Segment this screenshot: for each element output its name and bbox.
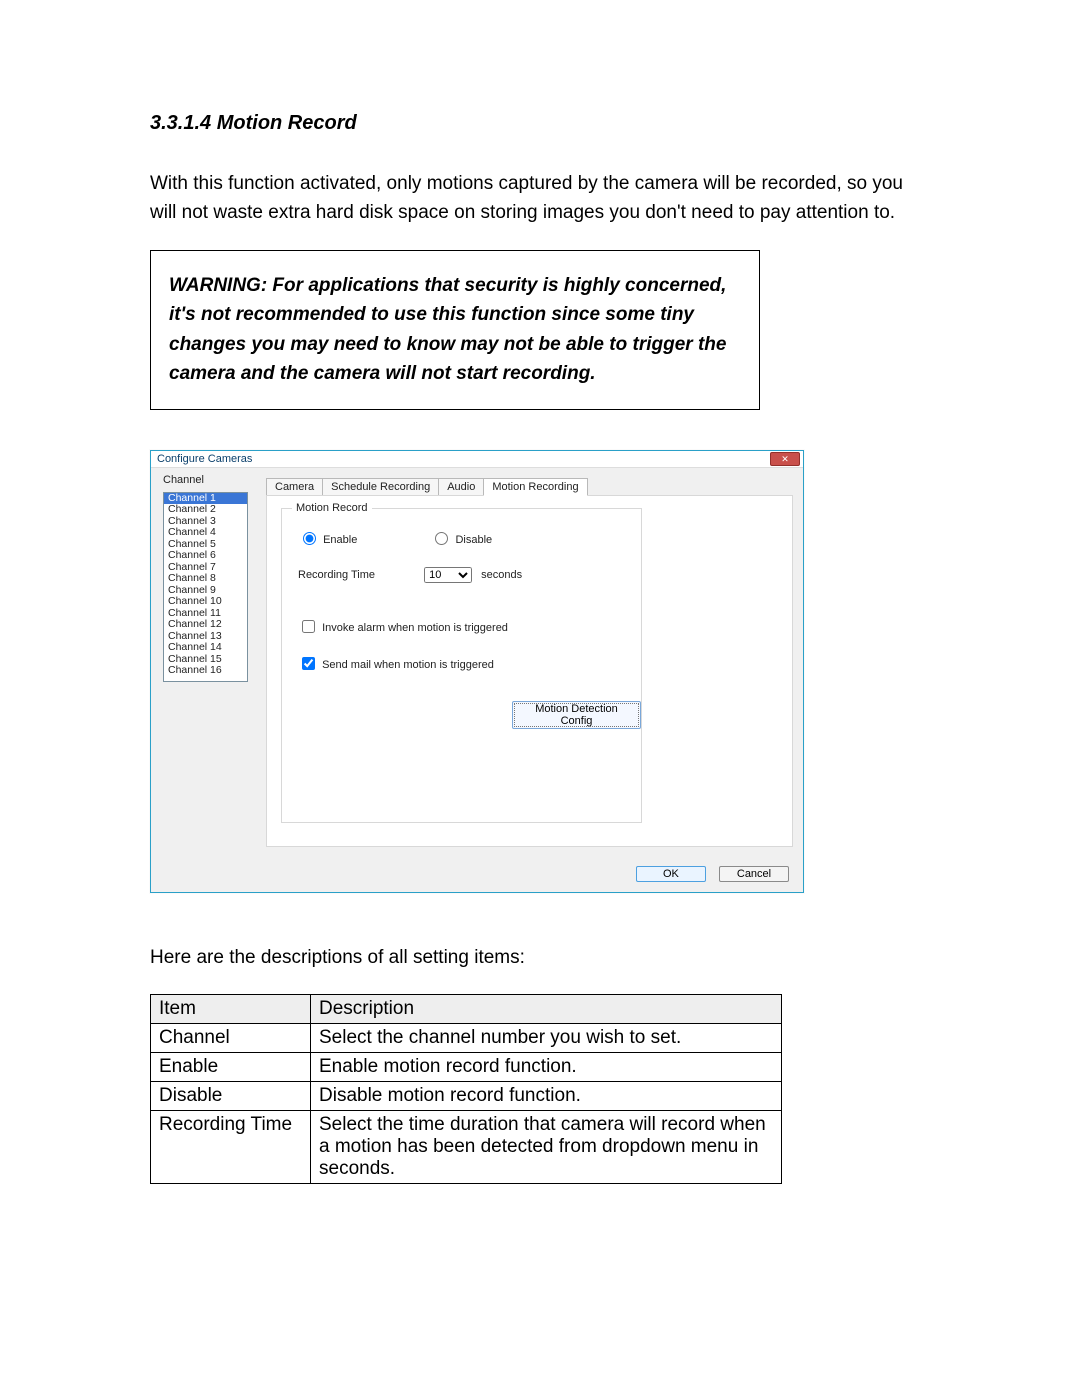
recording-time-select[interactable]: 10 bbox=[424, 567, 472, 583]
channel-item[interactable]: Channel 10 bbox=[164, 596, 247, 608]
table-header-item: Item bbox=[151, 995, 311, 1024]
disable-radio-label: Disable bbox=[455, 534, 492, 546]
tab-motion-recording[interactable]: Motion Recording bbox=[483, 478, 587, 496]
motion-detection-config-button[interactable]: Motion Detection Config bbox=[512, 701, 641, 729]
send-mail-label: Send mail when motion is triggered bbox=[322, 659, 494, 671]
table-cell-item: Disable bbox=[151, 1082, 311, 1111]
tab-bar: CameraSchedule RecordingAudioMotion Reco… bbox=[266, 478, 587, 496]
table-header-description: Description bbox=[311, 995, 782, 1024]
ok-button[interactable]: OK bbox=[636, 866, 706, 882]
channel-item[interactable]: Channel 4 bbox=[164, 527, 247, 539]
channel-item[interactable]: Channel 14 bbox=[164, 642, 247, 654]
enable-radio[interactable]: Enable bbox=[298, 529, 357, 546]
invoke-alarm-label: Invoke alarm when motion is triggered bbox=[322, 622, 508, 634]
close-icon: ✕ bbox=[781, 454, 789, 464]
tab-audio[interactable]: Audio bbox=[438, 478, 484, 496]
recording-time-label: Recording Time bbox=[298, 569, 375, 581]
tab-camera[interactable]: Camera bbox=[266, 478, 323, 496]
table-cell-description: Enable motion record function. bbox=[311, 1053, 782, 1082]
channel-item[interactable]: Channel 2 bbox=[164, 504, 247, 516]
section-heading: 3.3.1.4 Motion Record bbox=[150, 112, 930, 135]
table-cell-description: Select the channel number you wish to se… bbox=[311, 1024, 782, 1053]
table-cell-description: Disable motion record function. bbox=[311, 1082, 782, 1111]
send-mail-checkbox[interactable]: Send mail when motion is triggered bbox=[298, 654, 494, 673]
table-cell-item: Channel bbox=[151, 1024, 311, 1053]
group-legend: Motion Record bbox=[292, 502, 372, 514]
table-cell-item: Recording Time bbox=[151, 1111, 311, 1184]
settings-description-table: Item Description ChannelSelect the chann… bbox=[150, 994, 782, 1184]
intro-paragraph: With this function activated, only motio… bbox=[150, 169, 930, 228]
channel-item[interactable]: Channel 8 bbox=[164, 573, 247, 585]
dialog-title: Configure Cameras bbox=[151, 451, 803, 468]
channel-list[interactable]: Channel 1Channel 2Channel 3Channel 4Chan… bbox=[163, 492, 248, 682]
motion-recording-panel: Motion Record Enable Disable Recording T… bbox=[266, 495, 793, 847]
descriptions-intro: Here are the descriptions of all setting… bbox=[150, 943, 930, 972]
enable-radio-label: Enable bbox=[323, 534, 357, 546]
channel-item[interactable]: Channel 6 bbox=[164, 550, 247, 562]
table-cell-item: Enable bbox=[151, 1053, 311, 1082]
cancel-button[interactable]: Cancel bbox=[719, 866, 789, 882]
table-cell-description: Select the time duration that camera wil… bbox=[311, 1111, 782, 1184]
motion-record-group: Motion Record Enable Disable Recording T… bbox=[281, 508, 642, 823]
invoke-alarm-checkbox[interactable]: Invoke alarm when motion is triggered bbox=[298, 617, 508, 636]
disable-radio[interactable]: Disable bbox=[430, 529, 492, 546]
tab-schedule-recording[interactable]: Schedule Recording bbox=[322, 478, 439, 496]
channel-item[interactable]: Channel 16 bbox=[164, 665, 247, 677]
channel-item[interactable]: Channel 12 bbox=[164, 619, 247, 631]
configure-cameras-dialog: Configure Cameras ✕ Channel Channel 1Cha… bbox=[150, 450, 804, 893]
warning-box: WARNING: For applications that security … bbox=[150, 250, 760, 410]
seconds-label: seconds bbox=[481, 569, 522, 581]
close-button[interactable]: ✕ bbox=[770, 452, 800, 466]
channel-list-label: Channel bbox=[163, 474, 204, 486]
